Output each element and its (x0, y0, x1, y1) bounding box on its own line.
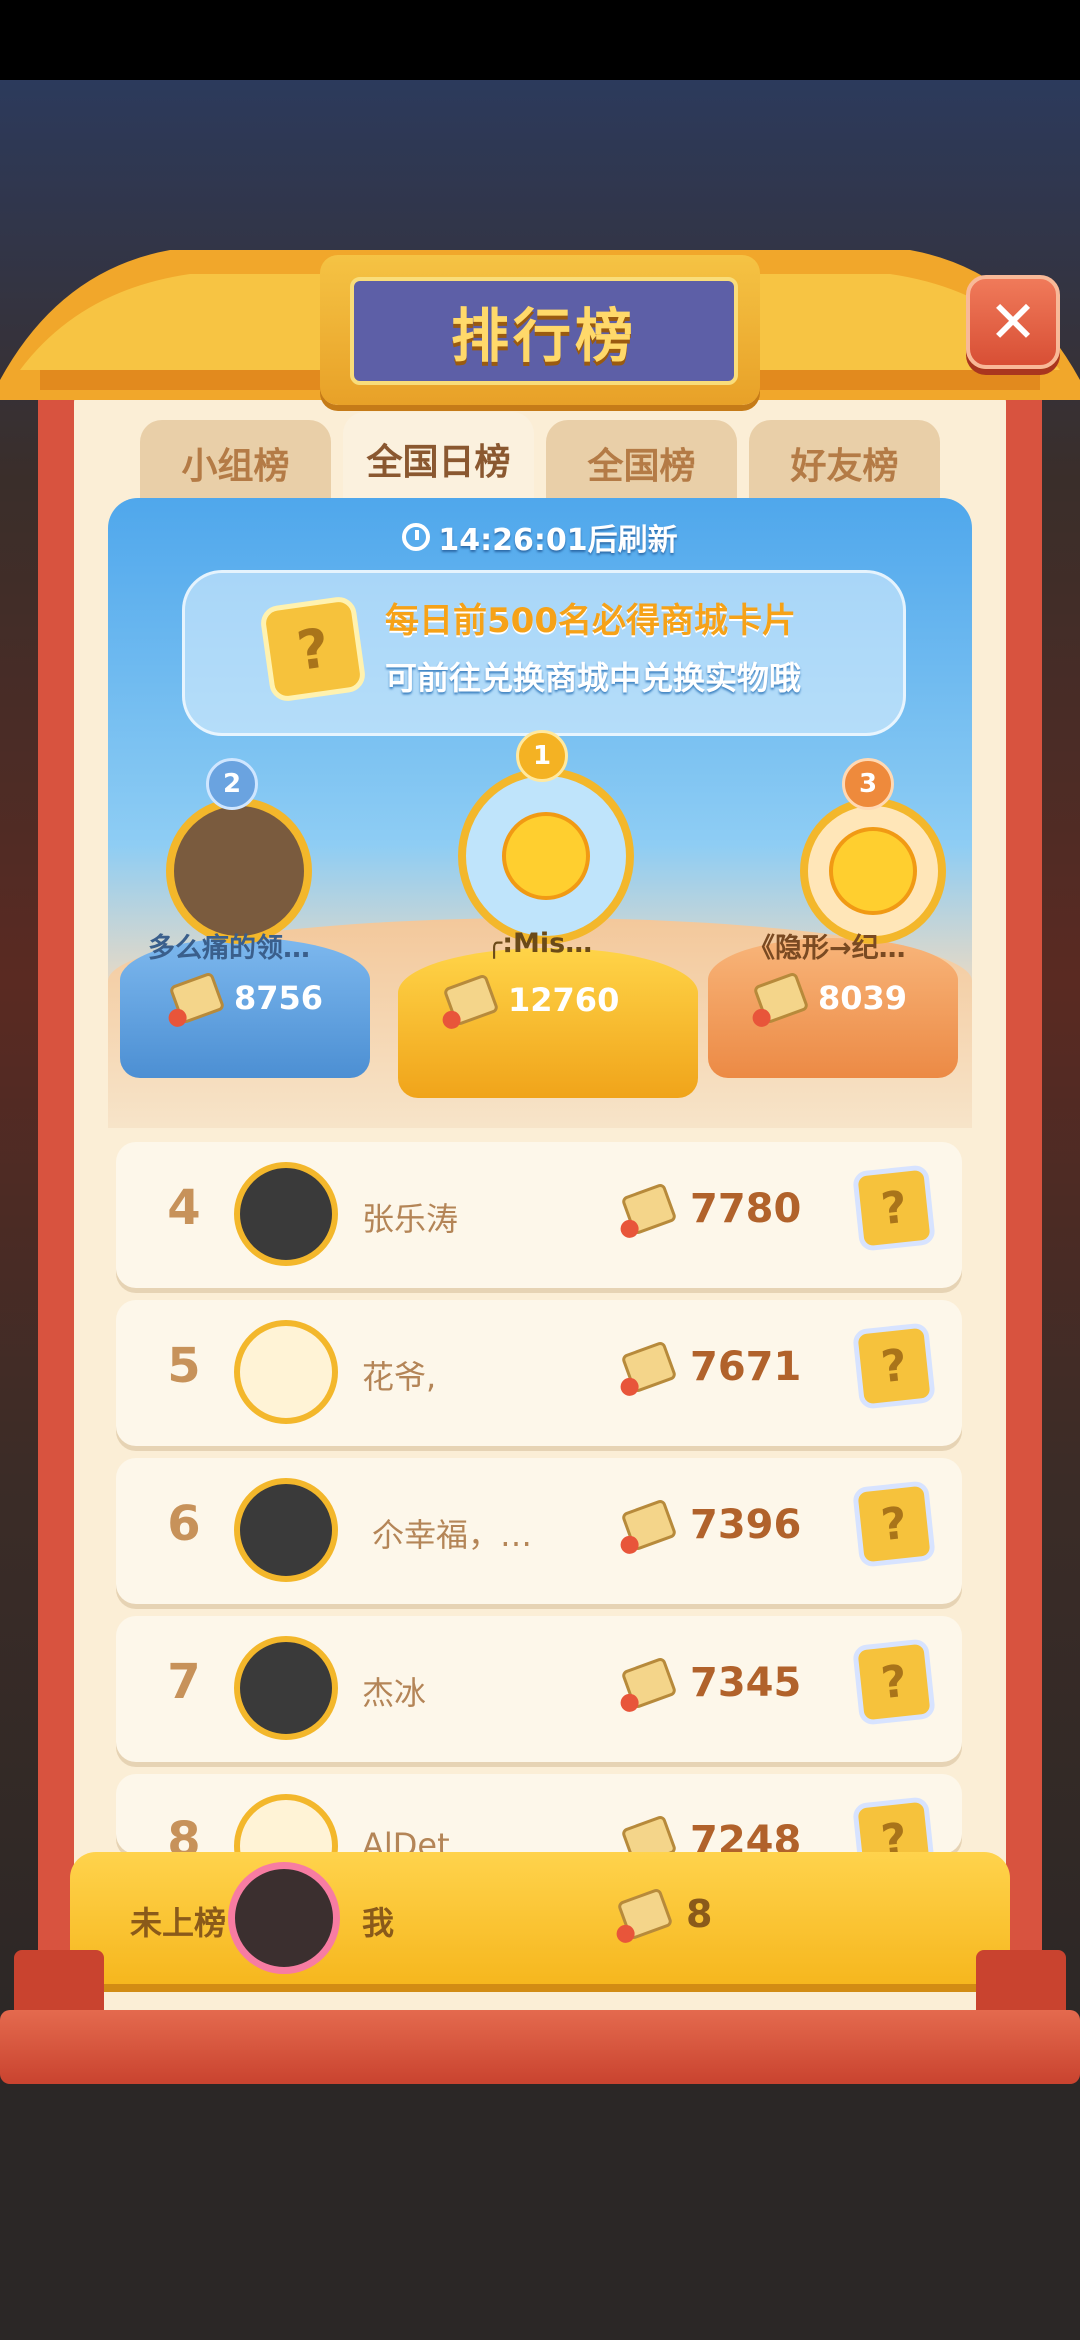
bottom-background (0, 2080, 1080, 2340)
list-item[interactable]: 6 尒幸福，… 7396 ? (116, 1458, 962, 1604)
podium-name-first: ╭:Mis… (486, 928, 593, 959)
bottom-beam (0, 2010, 1080, 2084)
player-score: 7671 (620, 1340, 801, 1394)
lamp-icon (752, 971, 810, 1025)
avatar[interactable] (234, 1478, 338, 1582)
player-score: 7396 (620, 1498, 801, 1552)
avatar[interactable] (234, 1636, 338, 1740)
chick-avatar-icon (829, 827, 917, 915)
timer-text: 14:26:01后刷新 (438, 523, 678, 558)
my-rank-bar[interactable]: 未上榜 我 8 (70, 1852, 1010, 1984)
tab-friends[interactable]: 好友榜 (749, 420, 940, 506)
avatar[interactable] (234, 1794, 338, 1854)
card-icon[interactable]: ? (852, 1480, 936, 1568)
rank-number: 4 (167, 1180, 201, 1236)
banner-subtext: 可前往兑换商城中兑换实物哦 (385, 659, 802, 697)
my-name: 我 (362, 1904, 395, 1942)
avatar[interactable] (234, 1162, 338, 1266)
player-name: 张乐涛 (362, 1200, 459, 1238)
list-item[interactable]: 4 张乐涛 7780 ? (116, 1142, 962, 1288)
player-score: 7248 (620, 1814, 801, 1854)
card-icon[interactable]: ? (852, 1164, 936, 1252)
player-name: AlDet (362, 1826, 450, 1854)
player-score: 7780 (620, 1182, 801, 1236)
lamp-icon (616, 1887, 674, 1941)
lamp-icon (620, 1814, 678, 1854)
chick-avatar-icon (502, 812, 590, 900)
podium-name-second: 多么痛的领… (148, 933, 310, 964)
list-item[interactable]: 7 杰冰 7345 ? (116, 1616, 962, 1762)
lamp-icon (620, 1498, 678, 1552)
rank-badge-third: 3 (842, 758, 894, 810)
title-plate: 排行榜 (320, 255, 760, 405)
podium-name-third: 《隐形→纪… (748, 933, 906, 964)
rank-badge-second: 2 (206, 758, 258, 810)
lamp-icon (442, 973, 500, 1027)
lamp-icon (620, 1656, 678, 1710)
podium-score-third: 8039 (752, 971, 907, 1025)
avatar-first[interactable] (458, 768, 634, 944)
close-button[interactable]: ✕ (966, 275, 1060, 369)
lamp-icon (168, 971, 226, 1025)
podium-score-second: 8756 (168, 971, 323, 1025)
rank-number: 5 (167, 1338, 201, 1394)
top-three-section: 14:26:01后刷新 ? 每日前500名必得商城卡片 可前往兑换商城中兑换实物… (108, 498, 972, 1128)
avatar-second[interactable] (166, 798, 312, 944)
tab-group[interactable]: 小组榜 (140, 420, 331, 506)
avatar[interactable] (234, 1320, 338, 1424)
player-score: 7345 (620, 1656, 801, 1710)
close-icon: ✕ (988, 288, 1038, 356)
player-name: 杰冰 (362, 1674, 427, 1712)
banner-headline: 每日前500名必得商城卡片 (385, 601, 796, 641)
my-score: 8 (616, 1887, 712, 1941)
clock-icon (402, 523, 431, 551)
page-title: 排行榜 (450, 302, 637, 370)
status-bar (0, 0, 1080, 80)
player-name: 尒幸福，… (372, 1516, 533, 1554)
tab-bar: 小组榜 全国日榜 全国榜 好友榜 (140, 412, 940, 506)
lamp-icon (620, 1340, 678, 1394)
rank-badge-first: 1 (516, 730, 568, 782)
avatar-third[interactable] (800, 798, 946, 944)
ranking-list[interactable]: 4 张乐涛 7780 ? 5 花爷, 7671 ? 6 尒幸福，… 7396 ?… (116, 1142, 962, 1866)
rank-number: 8 (167, 1812, 201, 1854)
rank-number: 6 (167, 1496, 201, 1552)
list-item[interactable]: 8 AlDet 7248 ? (116, 1774, 962, 1854)
tab-national-daily[interactable]: 全国日榜 (343, 412, 534, 506)
tab-national[interactable]: 全国榜 (546, 420, 737, 506)
card-icon: ? (258, 594, 368, 704)
refresh-timer: 14:26:01后刷新 (108, 512, 972, 562)
player-name: 花爷, (362, 1358, 437, 1396)
lamp-icon (620, 1182, 678, 1236)
card-icon[interactable]: ? (852, 1638, 936, 1726)
list-item[interactable]: 5 花爷, 7671 ? (116, 1300, 962, 1446)
podium-score-first: 12760 (442, 973, 619, 1027)
my-rank-status: 未上榜 (130, 1904, 227, 1942)
rank-number: 7 (167, 1654, 201, 1710)
reward-banner: ? 每日前500名必得商城卡片 可前往兑换商城中兑换实物哦 (182, 570, 906, 736)
card-icon[interactable]: ? (852, 1322, 936, 1410)
card-icon[interactable]: ? (852, 1796, 936, 1854)
my-avatar[interactable] (228, 1862, 340, 1974)
